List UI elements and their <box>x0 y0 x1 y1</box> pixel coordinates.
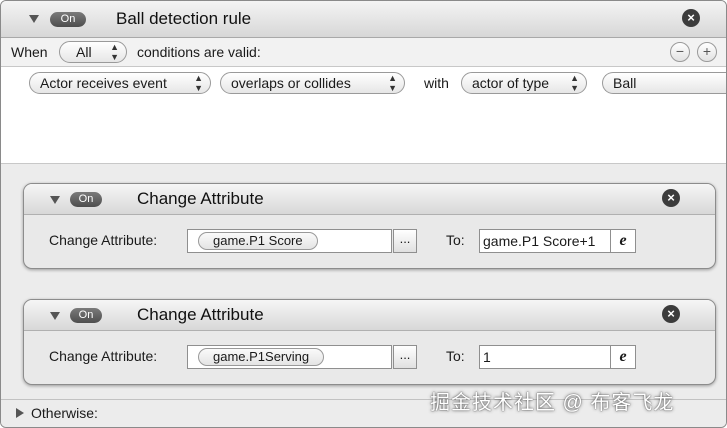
conditions-suffix-label: conditions are valid: <box>137 44 261 60</box>
to-value-input[interactable]: game.P1 Score+1 <box>479 229 612 253</box>
attribute-token: game.P1 Score <box>198 232 318 250</box>
browse-attribute-button[interactable]: ... <box>393 345 417 369</box>
browse-attribute-button[interactable]: ... <box>393 229 417 253</box>
condition-subject-select[interactable]: Actor receives event ▲ ▼ <box>29 72 211 94</box>
otherwise-label: Otherwise: <box>31 405 98 421</box>
condition-target-kind-select[interactable]: actor of type ▲ ▼ <box>461 72 587 94</box>
updown-arrows-icon: ▲ ▼ <box>388 73 397 93</box>
action-header: On Change Attribute × <box>24 300 715 331</box>
action-header: On Change Attribute × <box>24 184 715 215</box>
rule-close-icon[interactable]: × <box>682 9 700 27</box>
rule-title: Ball detection rule <box>116 9 252 28</box>
add-condition-button[interactable]: + <box>697 42 717 62</box>
conditions-mode-value: All <box>76 44 92 60</box>
conditions-mode-select[interactable]: All ▲ ▼ <box>59 41 127 63</box>
action-close-icon[interactable]: × <box>662 305 680 323</box>
to-value-input[interactable]: 1 <box>479 345 612 369</box>
condition-target-select[interactable]: Ball <box>602 72 726 94</box>
action-block: On Change Attribute × Change Attribute: … <box>23 183 716 269</box>
watermark: 掘金技术社区 @ 布客飞龙 <box>430 392 675 414</box>
rule-header: On Ball detection rule × <box>1 1 726 38</box>
collapse-triangle-icon[interactable] <box>50 196 60 204</box>
rule-on-toggle[interactable]: On <box>50 12 86 27</box>
condition-event-value: overlaps or collides <box>231 75 351 91</box>
change-attribute-label: Change Attribute: <box>49 348 158 364</box>
expression-e-icon[interactable]: e <box>610 345 636 369</box>
rule-panel: On Ball detection rule × When All ▲ ▼ con… <box>0 0 727 428</box>
action-title: Change Attribute <box>137 189 264 208</box>
with-label: with <box>424 75 449 91</box>
condition-event-select[interactable]: overlaps or collides ▲ ▼ <box>220 72 405 94</box>
attribute-field[interactable]: game.P1 Score <box>187 229 392 253</box>
collapse-triangle-icon[interactable] <box>50 312 60 320</box>
condition-subject-value: Actor receives event <box>40 75 167 91</box>
collapse-triangle-icon[interactable] <box>29 15 39 23</box>
action-close-icon[interactable]: × <box>662 189 680 207</box>
expand-triangle-icon[interactable] <box>16 408 24 418</box>
condition-target-value: Ball <box>613 75 637 91</box>
action-title: Change Attribute <box>137 305 264 324</box>
to-label: To: <box>446 348 465 364</box>
condition-area: Actor receives event ▲ ▼ overlaps or coll… <box>1 67 726 164</box>
condition-target-kind-value: actor of type <box>472 75 550 91</box>
remove-condition-button[interactable]: − <box>670 42 690 62</box>
updown-arrows-icon: ▲ ▼ <box>194 73 203 93</box>
updown-arrows-icon: ▲ ▼ <box>570 73 579 93</box>
action-on-toggle[interactable]: On <box>70 192 102 207</box>
action-on-toggle[interactable]: On <box>70 308 102 323</box>
change-attribute-label: Change Attribute: <box>49 232 158 248</box>
attribute-field[interactable]: game.P1Serving <box>187 345 392 369</box>
action-block: On Change Attribute × Change Attribute: … <box>23 299 716 385</box>
attribute-token: game.P1Serving <box>198 348 325 366</box>
expression-e-icon[interactable]: e <box>610 229 636 253</box>
when-row: When All ▲ ▼ conditions are valid: − + <box>1 38 726 67</box>
to-label: To: <box>446 232 465 248</box>
when-label: When <box>11 44 48 60</box>
updown-arrows-icon: ▲ ▼ <box>110 42 119 62</box>
